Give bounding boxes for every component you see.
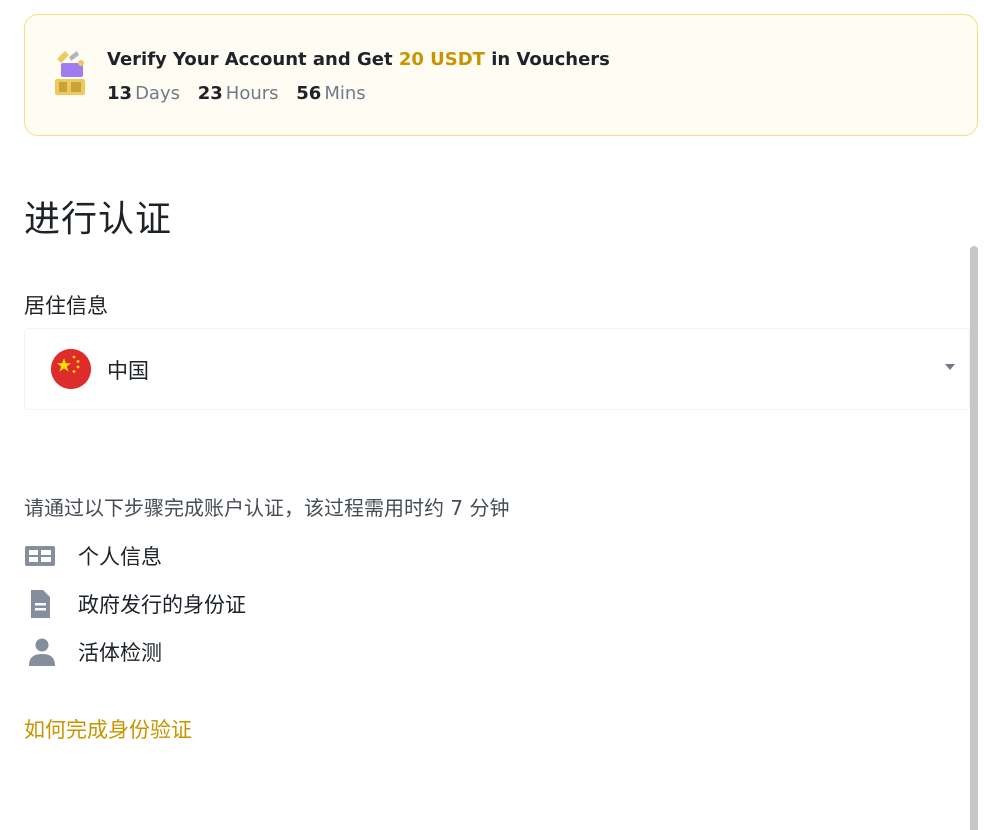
step-label: 活体检测	[78, 641, 162, 665]
promo-title-amount: 20 USDT	[398, 49, 485, 70]
countdown-hours: 23	[197, 83, 223, 104]
promo-countdown: 13 Days 23 Hours 56 Mins	[107, 83, 378, 104]
verification-page: Verify Your Account and Get 20 USDT in V…	[0, 0, 984, 830]
countdown-mins: 56	[296, 83, 322, 104]
step-government-id: 政府发行的身份证	[24, 588, 246, 620]
person-icon	[24, 637, 62, 667]
countdown-days-unit: Days	[135, 83, 180, 104]
voucher-promo-banner[interactable]: Verify Your Account and Get 20 USDT in V…	[24, 14, 978, 136]
step-liveness-check: 活体检测	[24, 636, 162, 668]
page-title: 进行认证	[24, 199, 173, 240]
gift-voucher-icon	[51, 49, 91, 99]
id-card-icon	[24, 541, 62, 571]
step-label: 政府发行的身份证	[78, 593, 246, 617]
countdown-hours-unit: Hours	[225, 83, 279, 104]
promo-title: Verify Your Account and Get 20 USDT in V…	[107, 49, 610, 70]
country-select[interactable]: 中国	[24, 328, 970, 410]
how-to-verify-link[interactable]: 如何完成身份验证	[24, 714, 192, 744]
steps-intro: 请通过以下步骤完成账户认证，该过程需用时约 7 分钟	[24, 496, 510, 520]
step-label: 个人信息	[78, 545, 162, 569]
countdown-mins-unit: Mins	[324, 83, 366, 104]
scrollbar[interactable]	[970, 246, 978, 830]
chevron-down-icon	[945, 364, 955, 370]
document-icon	[24, 589, 62, 619]
promo-title-prefix: Verify Your Account and Get	[107, 49, 399, 70]
china-flag-icon	[51, 349, 91, 389]
residence-label: 居住信息	[24, 294, 108, 318]
step-personal-info: 个人信息	[24, 540, 162, 572]
selected-country: 中国	[107, 359, 149, 383]
countdown-days: 13	[107, 83, 133, 104]
promo-title-suffix: in Vouchers	[484, 49, 610, 70]
